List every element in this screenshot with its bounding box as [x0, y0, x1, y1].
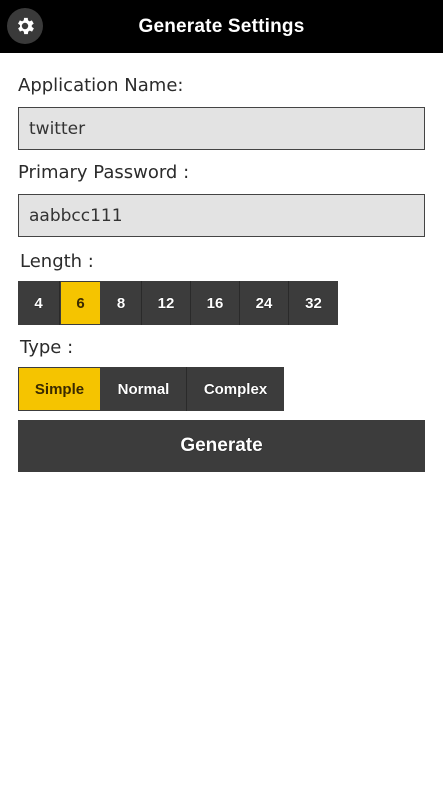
- length-selector: 4 6 8 12 16 24 32: [18, 281, 338, 325]
- gear-icon: [18, 17, 34, 35]
- type-option-simple[interactable]: Simple: [18, 367, 101, 411]
- length-option-8[interactable]: 8: [101, 281, 142, 325]
- type-option-complex[interactable]: Complex: [187, 367, 284, 411]
- app-name-field[interactable]: [18, 107, 425, 150]
- length-option-32[interactable]: 32: [289, 281, 338, 325]
- password-input[interactable]: [29, 195, 414, 236]
- title-bar: Generate Settings: [0, 0, 443, 53]
- length-option-16[interactable]: 16: [191, 281, 240, 325]
- length-label: Length :: [20, 251, 94, 272]
- app-name-input[interactable]: [29, 108, 414, 149]
- length-option-24[interactable]: 24: [240, 281, 289, 325]
- generate-button[interactable]: Generate: [18, 420, 425, 472]
- type-option-normal[interactable]: Normal: [101, 367, 187, 411]
- type-selector: Simple Normal Complex: [18, 367, 284, 411]
- page-title: Generate Settings: [138, 15, 305, 37]
- app-name-label: Application Name:: [18, 75, 184, 96]
- length-option-12[interactable]: 12: [142, 281, 191, 325]
- password-field[interactable]: [18, 194, 425, 237]
- length-option-4[interactable]: 4: [18, 281, 60, 325]
- password-label: Primary Password :: [18, 162, 190, 183]
- settings-button[interactable]: [7, 8, 43, 44]
- length-option-6[interactable]: 6: [60, 281, 101, 325]
- type-label: Type :: [20, 337, 74, 358]
